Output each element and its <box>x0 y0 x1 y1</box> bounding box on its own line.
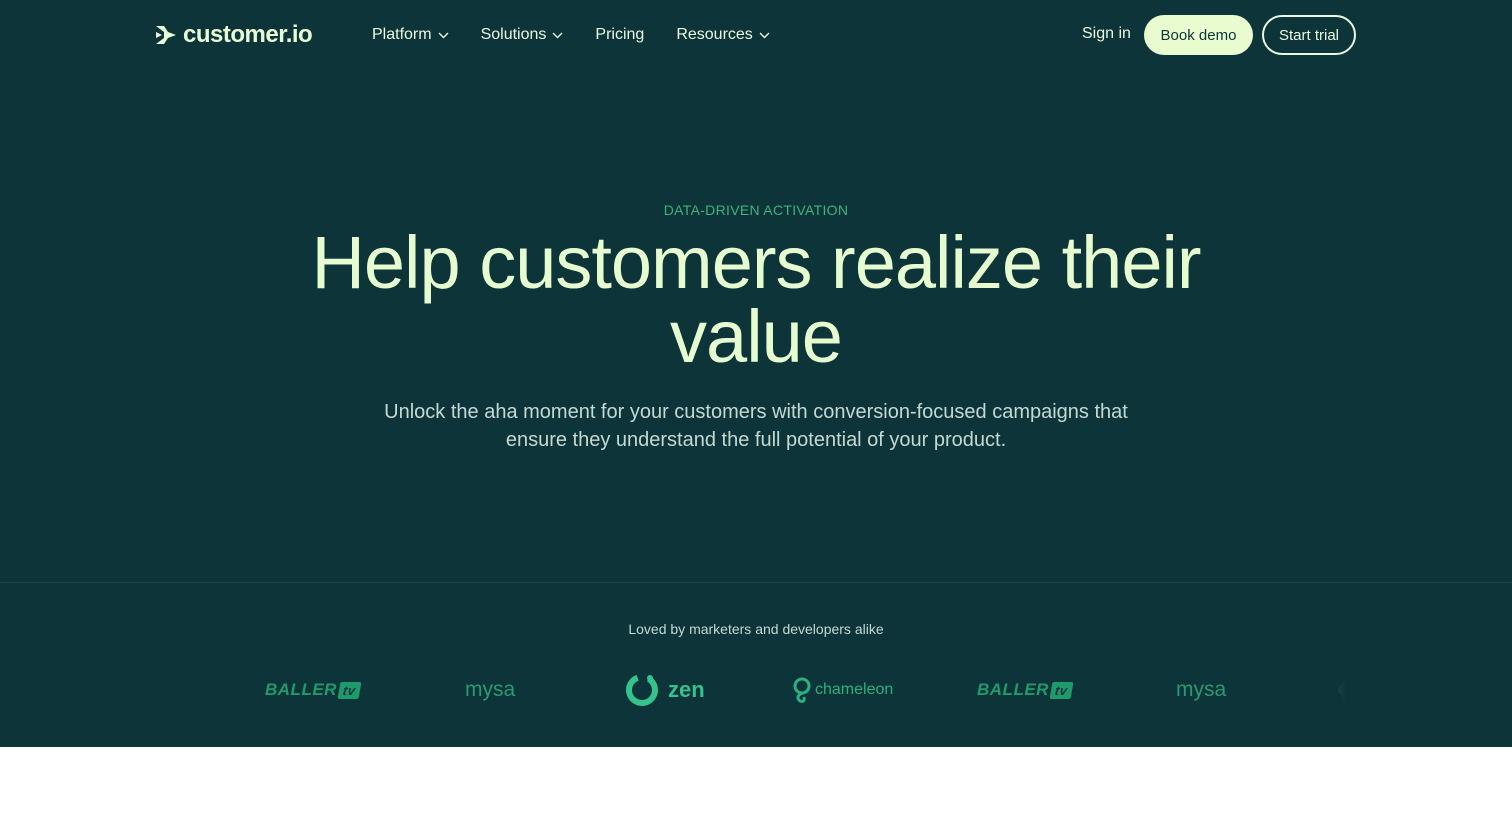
nav-links: Platform Solutions Pricing Resources <box>372 22 802 48</box>
chameleon-icon <box>793 677 811 703</box>
chevron-down-icon <box>759 32 770 39</box>
logo-text: mysa <box>465 678 516 701</box>
hero-eyebrow: DATA-DRIVEN ACTIVATION <box>663 202 849 218</box>
nav-item-label: Pricing <box>595 26 645 43</box>
section-divider <box>0 582 1512 583</box>
logo-ballertv: BALLER tv <box>265 665 362 715</box>
nav-item-platform[interactable]: Platform <box>372 22 449 48</box>
logo-text: chameleon <box>815 681 894 698</box>
nav-item-label: Platform <box>372 26 432 43</box>
logo-mark-icon <box>156 26 176 44</box>
customer-logo-strip: eon BALLER tv mysa zen chameleon BALLER <box>155 665 1355 715</box>
logo-mysa: mysa <box>465 665 515 715</box>
zen-ring-icon <box>626 674 658 706</box>
hero-headline: Help customers realize their value <box>311 221 1201 378</box>
logo-suffix: tv <box>1049 681 1074 699</box>
nav-item-label: Solutions <box>480 26 547 43</box>
strip-fade-right <box>1315 665 1355 715</box>
top-nav: customer.io Platform Solutions Pricing R… <box>0 0 1512 70</box>
customerio-logo[interactable]: customer.io <box>155 20 313 50</box>
logo-suffix: tv <box>337 681 362 699</box>
logo-text: BALLER <box>977 680 1049 699</box>
chevron-down-icon <box>552 32 563 39</box>
logo-zen: zen <box>625 665 705 715</box>
logo-mysa-2: mysa <box>1176 665 1226 715</box>
start-trial-button[interactable]: Start trial <box>1262 15 1356 55</box>
nav-item-solutions[interactable]: Solutions <box>481 22 564 48</box>
hero-subhead: Unlock the aha moment for your customers… <box>384 401 1128 451</box>
nav-item-pricing[interactable]: Pricing <box>595 22 644 48</box>
logo-ballertv-2: BALLER tv <box>977 665 1074 715</box>
logo-text: BALLER <box>265 680 337 699</box>
strip-fade-left <box>155 665 215 715</box>
logo-text: mysa <box>1176 678 1227 701</box>
logo-chameleon: chameleon <box>792 665 893 715</box>
nav-item-resources[interactable]: Resources <box>676 22 770 48</box>
logos-caption: Loved by marketers and developers alike <box>628 621 884 637</box>
chevron-down-icon <box>438 32 449 39</box>
nav-item-label: Resources <box>676 26 753 43</box>
logo-text: zen <box>668 677 705 702</box>
hero-section: customer.io Platform Solutions Pricing R… <box>0 0 1512 747</box>
logo-text: customer.io <box>183 21 313 48</box>
book-demo-button[interactable]: Book demo <box>1144 15 1253 55</box>
sign-in-link[interactable]: Sign in <box>1082 25 1131 43</box>
